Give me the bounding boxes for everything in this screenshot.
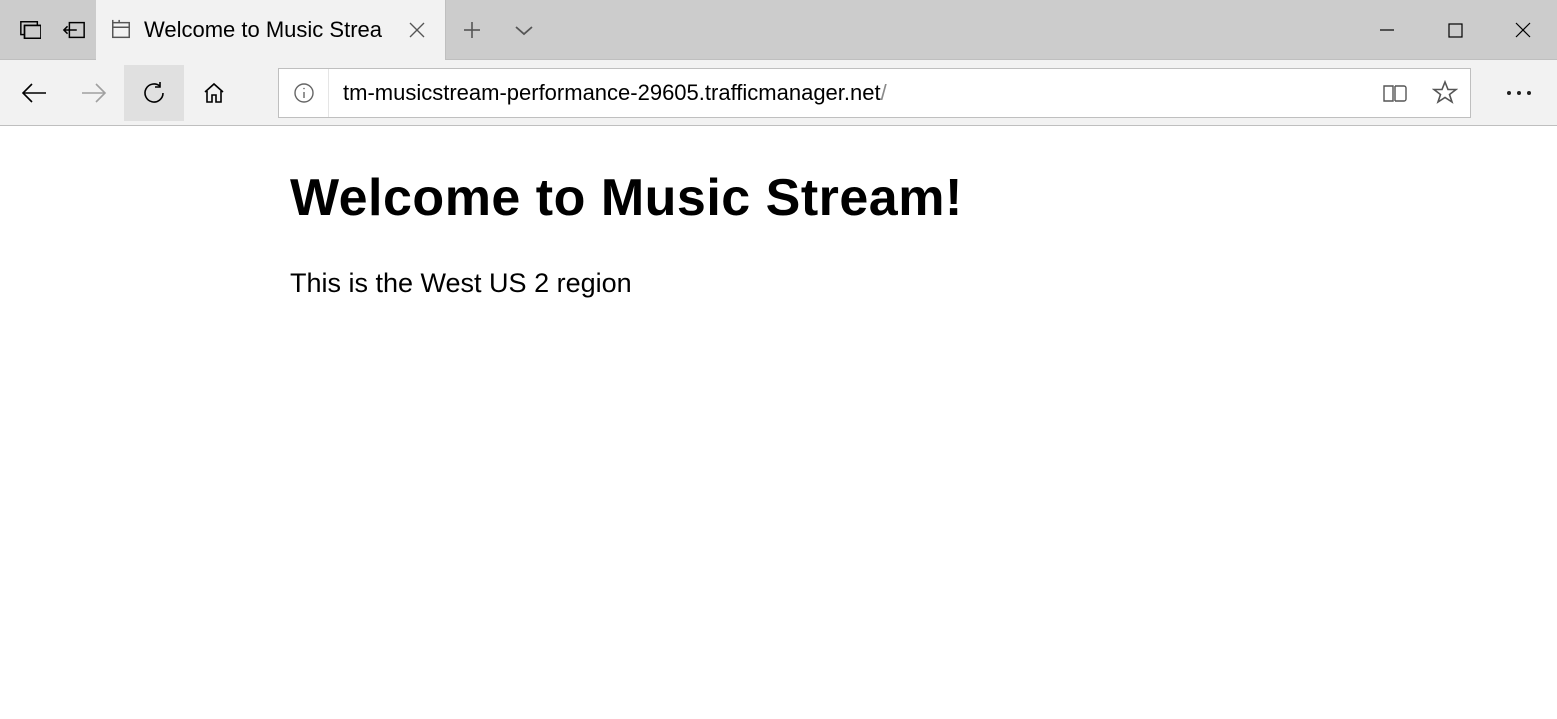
maximize-button[interactable]	[1421, 0, 1489, 60]
close-window-button[interactable]	[1489, 0, 1557, 60]
titlebar: Welcome to Music Strea	[0, 0, 1557, 60]
home-button[interactable]	[184, 65, 244, 121]
titlebar-drag-area	[550, 0, 1353, 59]
tab-close-button[interactable]	[403, 16, 431, 44]
page-heading: Welcome to Music Stream!	[290, 168, 1557, 228]
url-host: tm-musicstream-performance-29605.traffic…	[343, 80, 881, 105]
page-body-text: This is the West US 2 region	[290, 268, 1557, 299]
toolbar: tm-musicstream-performance-29605.traffic…	[0, 60, 1557, 126]
reading-view-button[interactable]	[1370, 69, 1420, 117]
page-content: Welcome to Music Stream! This is the Wes…	[0, 126, 1557, 719]
back-button[interactable]	[4, 65, 64, 121]
url-text[interactable]: tm-musicstream-performance-29605.traffic…	[329, 80, 1370, 106]
minimize-button[interactable]	[1353, 0, 1421, 60]
favorites-button[interactable]	[1420, 69, 1470, 117]
tab-preview-button[interactable]	[498, 0, 550, 60]
new-tab-button[interactable]	[446, 0, 498, 60]
browser-tab[interactable]: Welcome to Music Strea	[96, 0, 446, 60]
tab-aside-button[interactable]	[8, 0, 52, 60]
settings-menu-button[interactable]	[1489, 65, 1549, 121]
titlebar-left	[0, 0, 96, 59]
tab-title: Welcome to Music Strea	[144, 17, 391, 43]
address-bar[interactable]: tm-musicstream-performance-29605.traffic…	[278, 68, 1471, 118]
page-icon	[110, 19, 132, 41]
set-tabs-aside-button[interactable]	[52, 0, 96, 60]
url-path: /	[881, 80, 887, 105]
refresh-button[interactable]	[124, 65, 184, 121]
forward-button[interactable]	[64, 65, 124, 121]
titlebar-tab-controls	[446, 0, 550, 59]
window-controls	[1353, 0, 1557, 59]
site-info-button[interactable]	[279, 69, 329, 117]
